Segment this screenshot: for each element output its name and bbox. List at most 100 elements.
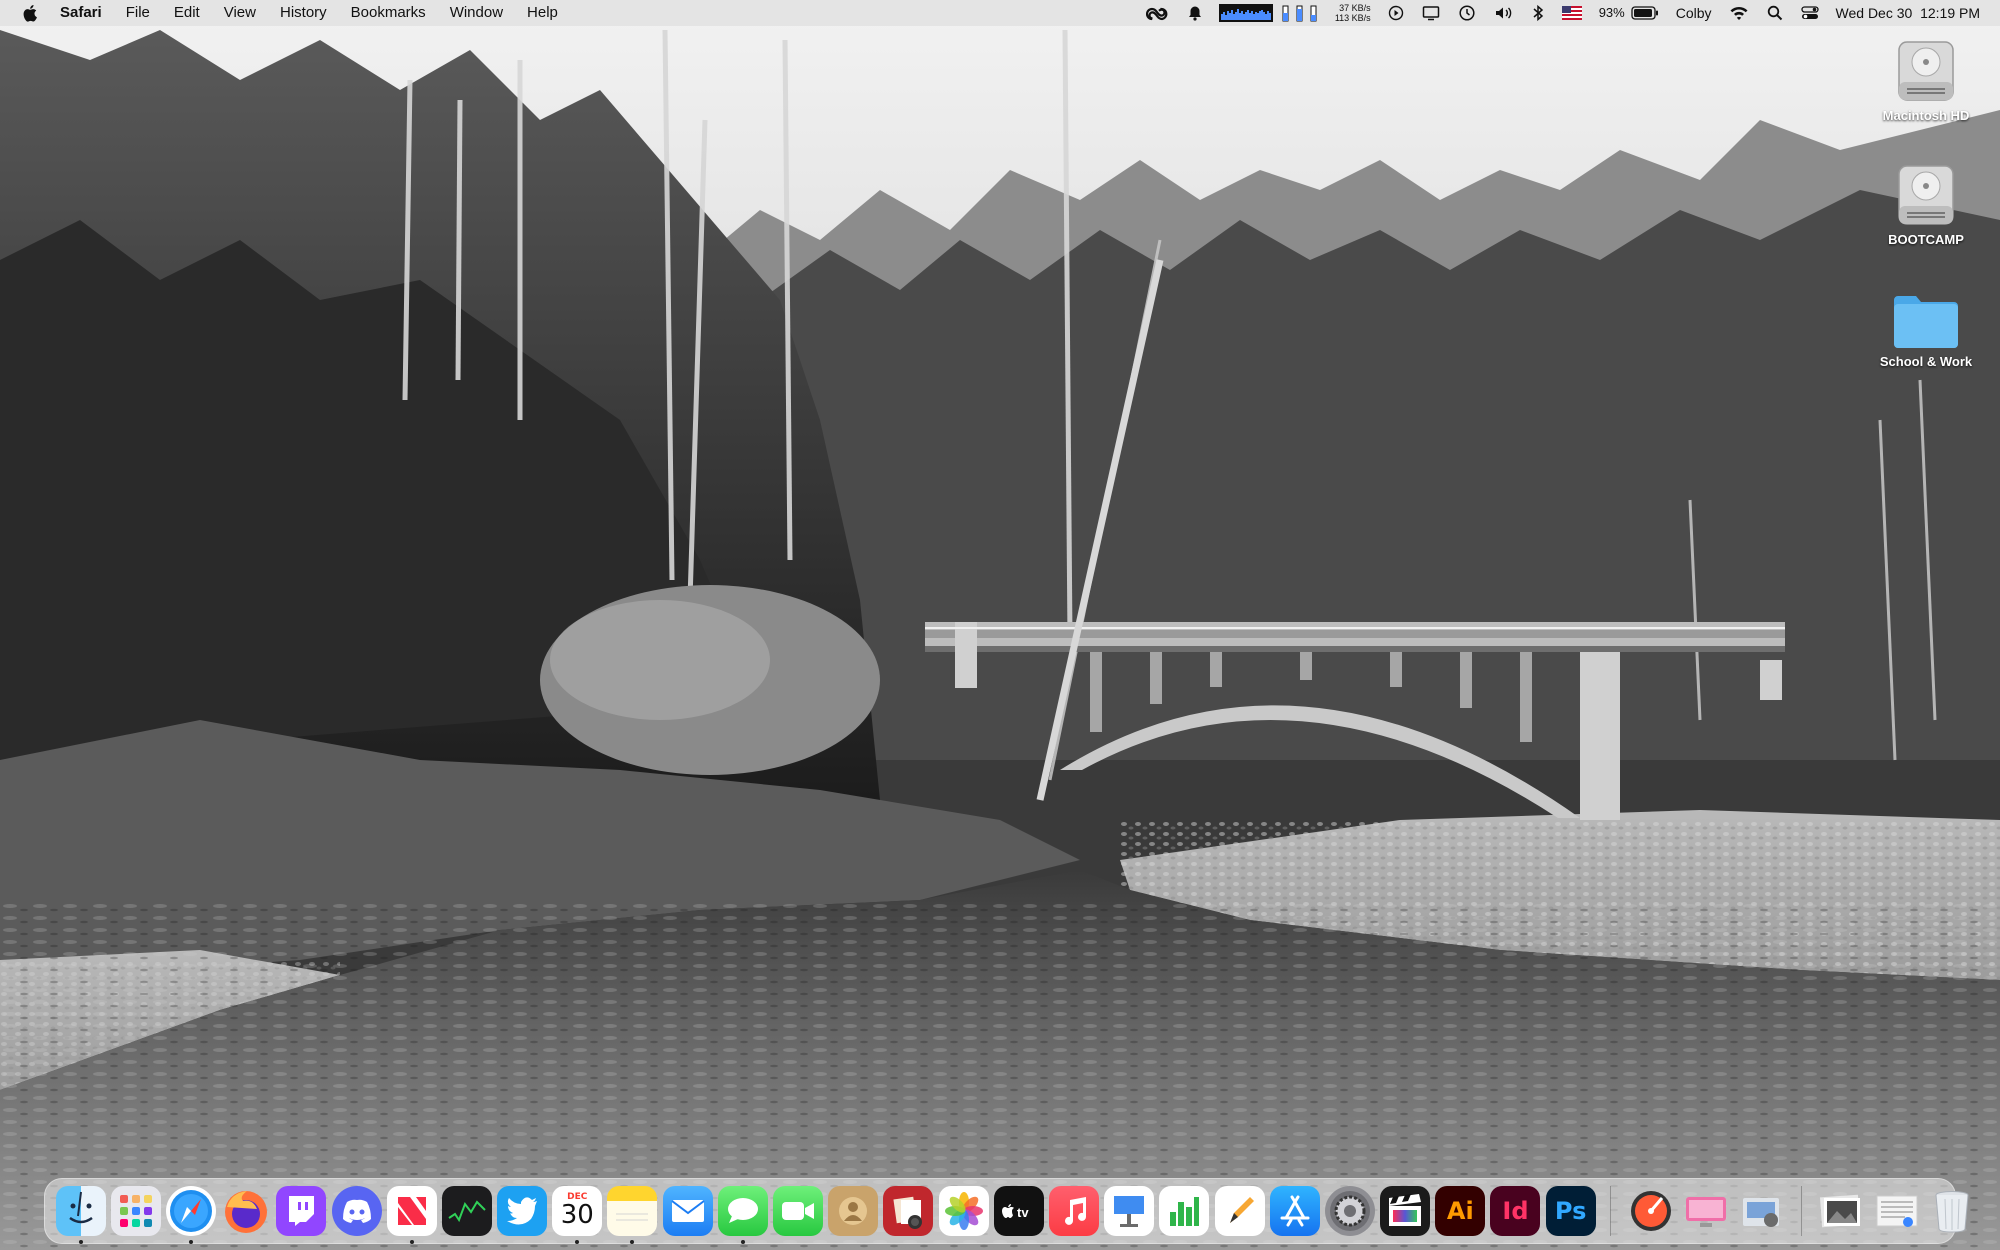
dock-final-cut-pro[interactable]	[1380, 1186, 1431, 1236]
photo-stack-icon	[1820, 1194, 1861, 1228]
dock-apple-tv[interactable]: tv	[993, 1186, 1044, 1236]
launchpad-icon	[119, 1195, 152, 1227]
contacts-icon	[839, 1197, 868, 1225]
numbers-chart-icon	[1170, 1197, 1200, 1226]
dock-keynote[interactable]	[1104, 1186, 1155, 1236]
dock-messages[interactable]	[717, 1186, 768, 1244]
photoshop-label: Ps	[1554, 1197, 1587, 1225]
notes-icon	[616, 1213, 649, 1221]
menu-app-name[interactable]: Safari	[60, 0, 114, 26]
dock-numbers[interactable]	[1159, 1186, 1210, 1236]
volume-icon[interactable]	[1485, 0, 1523, 26]
dock-firefox[interactable]	[221, 1186, 271, 1236]
dock-contacts[interactable]	[828, 1186, 879, 1236]
wifi-icon[interactable]	[1720, 0, 1758, 26]
spotlight-search-icon[interactable]	[1758, 0, 1792, 26]
twitch-icon	[289, 1196, 315, 1226]
dock-news[interactable]	[386, 1186, 437, 1244]
trash-icon	[1935, 1191, 1969, 1233]
instruments-gauge-icon	[1630, 1191, 1671, 1231]
folder-icon	[1894, 296, 1958, 348]
indesign-label: Id	[1502, 1197, 1529, 1225]
memory-monitor-icon[interactable]	[1279, 0, 1327, 26]
display-pink-icon	[1686, 1197, 1727, 1227]
illustrator-label: Ai	[1446, 1197, 1474, 1225]
dock-discord[interactable]	[331, 1186, 382, 1236]
play-icon[interactable]	[1379, 0, 1413, 26]
messages-bubble-icon	[727, 1198, 758, 1223]
dock-stocks[interactable]	[441, 1186, 492, 1236]
discord-icon	[342, 1199, 371, 1223]
dock-calendar[interactable]: DEC 30	[552, 1186, 603, 1244]
dock-finder[interactable]	[55, 1186, 106, 1244]
network-upload-speed: 37 KB/s	[1339, 3, 1371, 13]
news-icon	[397, 1197, 426, 1225]
desktop-icon-label: BOOTCAMP	[1888, 232, 1964, 247]
final-cut-clapper-icon	[1389, 1194, 1422, 1226]
dock-separator	[1610, 1186, 1612, 1236]
dock-photo-booth[interactable]	[883, 1186, 934, 1236]
dock-notes[interactable]	[607, 1186, 658, 1244]
network-download-speed: 113 KB/s	[1334, 13, 1371, 23]
notification-bell-icon[interactable]	[1177, 0, 1213, 26]
dock-pages[interactable]	[1214, 1186, 1265, 1236]
dock-system-preferences[interactable]	[1324, 1186, 1375, 1236]
control-center-icon[interactable]	[1792, 0, 1828, 26]
dock-facetime[interactable]	[773, 1186, 824, 1236]
calendar-day: 30	[560, 1200, 594, 1230]
hard-drive-icon	[1898, 165, 1954, 225]
app-store-icon	[1280, 1195, 1310, 1227]
cpu-monitor-icon[interactable]	[1213, 0, 1279, 26]
preview-tools-icon	[1743, 1198, 1780, 1227]
desktop-icon-macintosh-hd[interactable]: Macintosh HD	[1866, 38, 1986, 123]
dock-launchpad[interactable]	[110, 1186, 161, 1236]
user-name[interactable]: Colby	[1668, 0, 1720, 26]
creative-cloud-icon[interactable]	[1137, 0, 1177, 26]
desktop-icon-bootcamp[interactable]: BOOTCAMP	[1866, 162, 1986, 247]
dock-documents-stack[interactable]	[1872, 1186, 1922, 1236]
dock-music[interactable]	[1048, 1186, 1099, 1236]
menu-help[interactable]: Help	[515, 0, 570, 26]
dock-trash[interactable]	[1927, 1186, 1977, 1236]
menu-window[interactable]: Window	[438, 0, 515, 26]
finder-icon	[68, 1191, 93, 1224]
documents-stack-icon	[1876, 1195, 1918, 1227]
bluetooth-icon[interactable]	[1523, 0, 1553, 26]
twitter-bird-icon	[507, 1197, 538, 1225]
menu-history[interactable]: History	[268, 0, 339, 26]
menu-file[interactable]: File	[114, 0, 162, 26]
dock-photos[interactable]	[938, 1186, 989, 1236]
input-source-us-flag-icon[interactable]	[1553, 0, 1591, 26]
battery-icon[interactable]	[1629, 0, 1668, 26]
firefox-icon	[225, 1191, 268, 1233]
menu-view[interactable]: View	[212, 0, 268, 26]
time-machine-icon[interactable]	[1449, 0, 1485, 26]
network-speed[interactable]: 37 KB/s 113 KB/s	[1327, 3, 1379, 23]
dock-instruments[interactable]	[1626, 1186, 1676, 1236]
desktop-icon-school-work-folder[interactable]: School & Work	[1866, 292, 1986, 369]
dock-indesign[interactable]: Id	[1490, 1186, 1541, 1236]
dock-pink-display[interactable]	[1681, 1186, 1731, 1236]
dock-photos-stack[interactable]	[1816, 1186, 1866, 1236]
desktop-icon-label: Macintosh HD	[1882, 108, 1970, 123]
gear-icon	[1329, 1191, 1370, 1231]
dock-twitch[interactable]	[276, 1186, 327, 1236]
music-note-icon	[1064, 1197, 1086, 1225]
menu-bookmarks[interactable]: Bookmarks	[339, 0, 438, 26]
menu-edit[interactable]: Edit	[162, 0, 212, 26]
dock: DEC 30 tv Ai Id Ps	[44, 1178, 1969, 1244]
apple-menu-icon[interactable]	[22, 4, 40, 22]
battery-percent[interactable]: 93%	[1591, 0, 1629, 26]
mail-envelope-icon	[671, 1200, 705, 1222]
dock-photoshop[interactable]: Ps	[1545, 1186, 1596, 1236]
dock-preview-tools[interactable]	[1736, 1186, 1786, 1236]
dock-app-store[interactable]	[1269, 1186, 1320, 1236]
dock-twitter[interactable]	[497, 1186, 548, 1236]
clock-datetime[interactable]: Wed Dec 30 12:19 PM	[1828, 0, 1988, 26]
dock-illustrator[interactable]: Ai	[1435, 1186, 1486, 1236]
display-icon[interactable]	[1413, 0, 1449, 26]
svg-text:tv: tv	[1017, 1205, 1029, 1220]
apple-tv-icon: tv	[1001, 1204, 1029, 1220]
dock-mail[interactable]	[662, 1186, 713, 1236]
dock-safari[interactable]	[165, 1186, 216, 1244]
